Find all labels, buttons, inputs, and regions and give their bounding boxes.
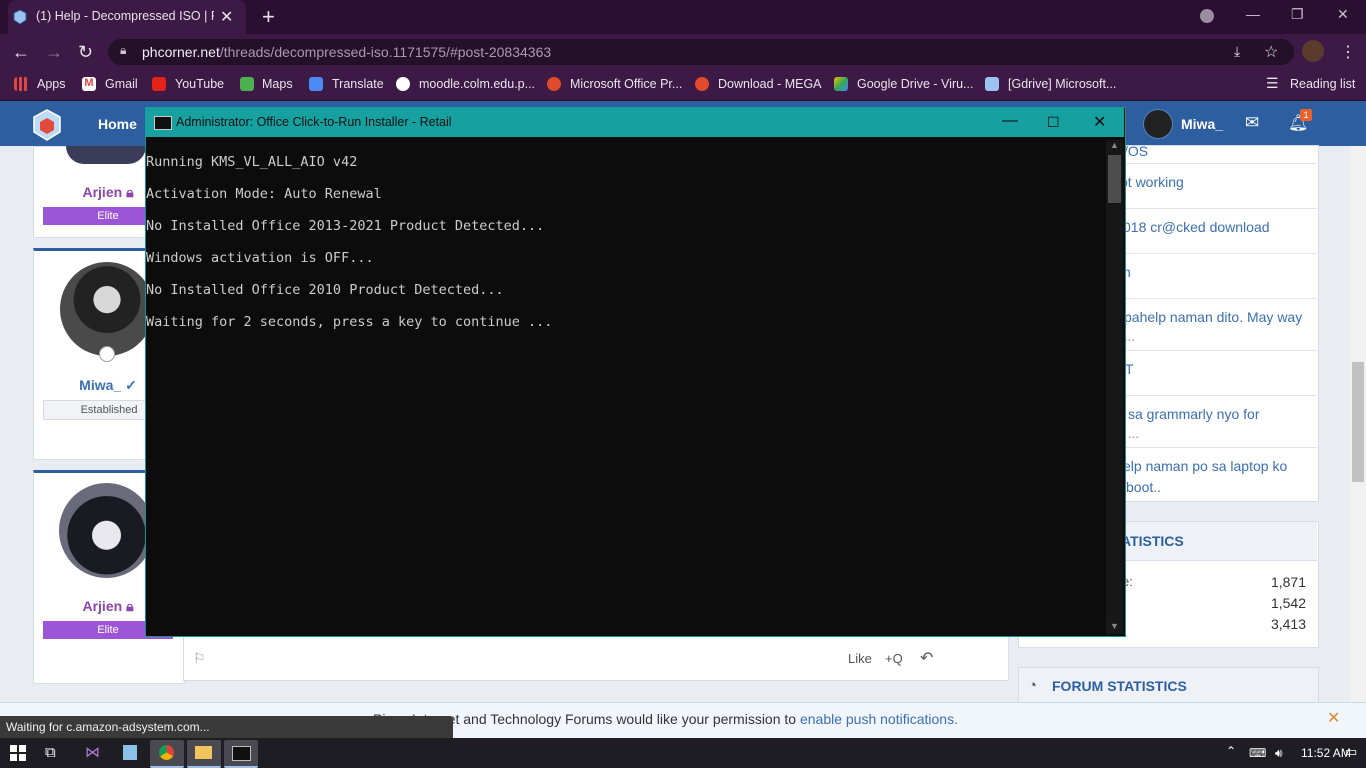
console-scrollbar-thumb[interactable] [1108, 155, 1121, 203]
bookmark-youtube[interactable]: YouTube [175, 77, 224, 91]
youtube-icon [152, 77, 166, 91]
google-drive-icon [834, 77, 848, 91]
console-scrollbar[interactable] [1106, 140, 1123, 634]
scroll-down-icon[interactable]: ▼ [1110, 621, 1119, 631]
bookmark-moodle[interactable]: moodle.colm.edu.p... [419, 77, 535, 91]
bookmark-gmail[interactable]: Gmail [105, 77, 138, 91]
keyboard-icon[interactable]: ⌨︎ [1249, 746, 1266, 760]
site-favicon-icon [13, 9, 27, 25]
bookmark-star-icon[interactable]: ☆ [1264, 42, 1278, 62]
maps-icon [240, 77, 254, 91]
console-line: Activation Mode: Auto Renewal [146, 186, 382, 202]
user-avatar[interactable] [1143, 109, 1173, 139]
translate-icon [309, 77, 323, 91]
bookmark-gdrive[interactable]: Google Drive - Viru... [857, 77, 973, 91]
bookmark-apps[interactable]: Apps [37, 77, 66, 91]
close-window-icon[interactable]: ✕ [1337, 6, 1349, 23]
minimize-icon[interactable]: — [1246, 6, 1260, 22]
bookmark-gdrive-microsoft[interactable]: [Gdrive] Microsoft... [1008, 77, 1116, 91]
site-logo-icon[interactable] [30, 108, 64, 142]
like-button[interactable]: Like [848, 651, 872, 666]
user-icon: 🔒︎ [126, 598, 134, 614]
close-icon[interactable]: ✕ [1093, 112, 1106, 132]
close-icon[interactable]: ✕ [1327, 708, 1340, 728]
bookmark-mega[interactable]: Download - MEGA [718, 77, 822, 91]
reply-icon[interactable]: ↶ [920, 648, 933, 668]
bookmark-office[interactable]: Microsoft Office Pr... [570, 77, 682, 91]
console-line: No Installed Office 2013-2021 Product De… [146, 218, 545, 234]
user-avatar[interactable] [66, 146, 146, 164]
globe-icon [396, 77, 410, 91]
user-avatar[interactable] [59, 483, 154, 578]
menu-icon[interactable]: ⋮ [1340, 42, 1356, 62]
header-username[interactable]: Miwa_ [1181, 116, 1223, 132]
url-text[interactable]: phcorner.net/threads/decompressed-iso.11… [142, 44, 551, 60]
notepad-icon[interactable] [114, 740, 148, 766]
mega-icon [547, 77, 561, 91]
maximize-icon[interactable]: ☐ [1047, 114, 1060, 131]
profile-menu-icon[interactable] [1200, 9, 1214, 23]
console-line: Waiting for 2 seconds, press a key to co… [146, 314, 553, 330]
clock[interactable]: 11:52 AM [1301, 746, 1351, 760]
stat-value: 1,542 [1270, 595, 1306, 611]
inbox-icon[interactable]: ✉ [1245, 113, 1259, 133]
nav-home[interactable]: Home [98, 116, 137, 132]
console-title: Administrator: Office Click-to-Run Insta… [176, 115, 452, 129]
chrome-icon[interactable] [150, 740, 184, 768]
site-favicon-icon [985, 77, 999, 91]
verified-user-icon: ✓ [125, 377, 137, 393]
scroll-up-icon[interactable]: ▲ [1110, 140, 1119, 150]
status-icon [99, 346, 115, 362]
status-text: Waiting for c.amazon-adsystem.com... [6, 720, 210, 734]
forum-stats-title: FORUM STATISTICS [1052, 678, 1187, 694]
reading-list[interactable]: Reading list [1290, 77, 1355, 91]
gmail-icon: M [82, 77, 96, 91]
chevron-up-icon[interactable]: ⌃ [1226, 744, 1236, 758]
lock-icon[interactable]: 🔒︎ [120, 43, 126, 58]
windows-start-icon[interactable] [10, 745, 26, 761]
console-line: Running KMS_VL_ALL_AIO v42 [146, 154, 358, 170]
pie-chart-icon: ◔ [1028, 677, 1038, 694]
reload-icon[interactable]: ↻ [78, 42, 93, 63]
visual-studio-icon[interactable]: ⋈ [76, 740, 110, 766]
profile-avatar[interactable] [1302, 40, 1324, 62]
bookmark-translate[interactable]: Translate [332, 77, 384, 91]
tab-title: (1) Help - Decompressed ISO | Pi [36, 9, 214, 23]
enable-push-link[interactable]: enable push notifications. [800, 711, 958, 727]
reading-list-icon: ☰ [1266, 75, 1279, 91]
minimize-icon[interactable]: — [1002, 112, 1018, 130]
bookmark-maps[interactable]: Maps [262, 77, 293, 91]
console-line: Windows activation is OFF... [146, 250, 374, 266]
speaker-icon[interactable]: 🔊︎ [1275, 746, 1283, 761]
push-message: Pinoy Internet and Technology Forums wou… [373, 711, 958, 727]
user-icon: 🔒︎ [126, 184, 134, 200]
user-avatar[interactable] [60, 262, 154, 356]
notification-badge: 1 [1300, 109, 1312, 121]
page-scrollbar-thumb[interactable] [1352, 362, 1364, 482]
apps-icon [14, 77, 28, 91]
notifications-icon[interactable]: ▭ [1345, 744, 1357, 760]
new-tab-icon[interactable]: + [262, 4, 275, 30]
task-view-icon[interactable]: ⧉ [45, 744, 56, 761]
console-line: No Installed Office 2010 Product Detecte… [146, 282, 504, 298]
install-icon[interactable]: ⤓ [1234, 43, 1240, 60]
command-prompt-icon[interactable] [224, 740, 258, 768]
quote-button[interactable]: +Q [885, 651, 903, 666]
back-icon[interactable]: ← [12, 42, 30, 63]
stats-title: ATISTICS [1121, 533, 1184, 549]
console-icon [154, 116, 172, 130]
stat-value: 3,413 [1270, 616, 1306, 632]
stat-value: 1,871 [1270, 574, 1306, 590]
restore-icon[interactable]: ❐ [1291, 6, 1304, 23]
mega-icon [695, 77, 709, 91]
file-explorer-icon[interactable] [187, 740, 221, 768]
forward-icon[interactable]: → [45, 42, 63, 63]
report-flag-icon[interactable]: ⚐ [193, 650, 206, 667]
tab-close-icon[interactable]: ✕ [220, 7, 233, 27]
